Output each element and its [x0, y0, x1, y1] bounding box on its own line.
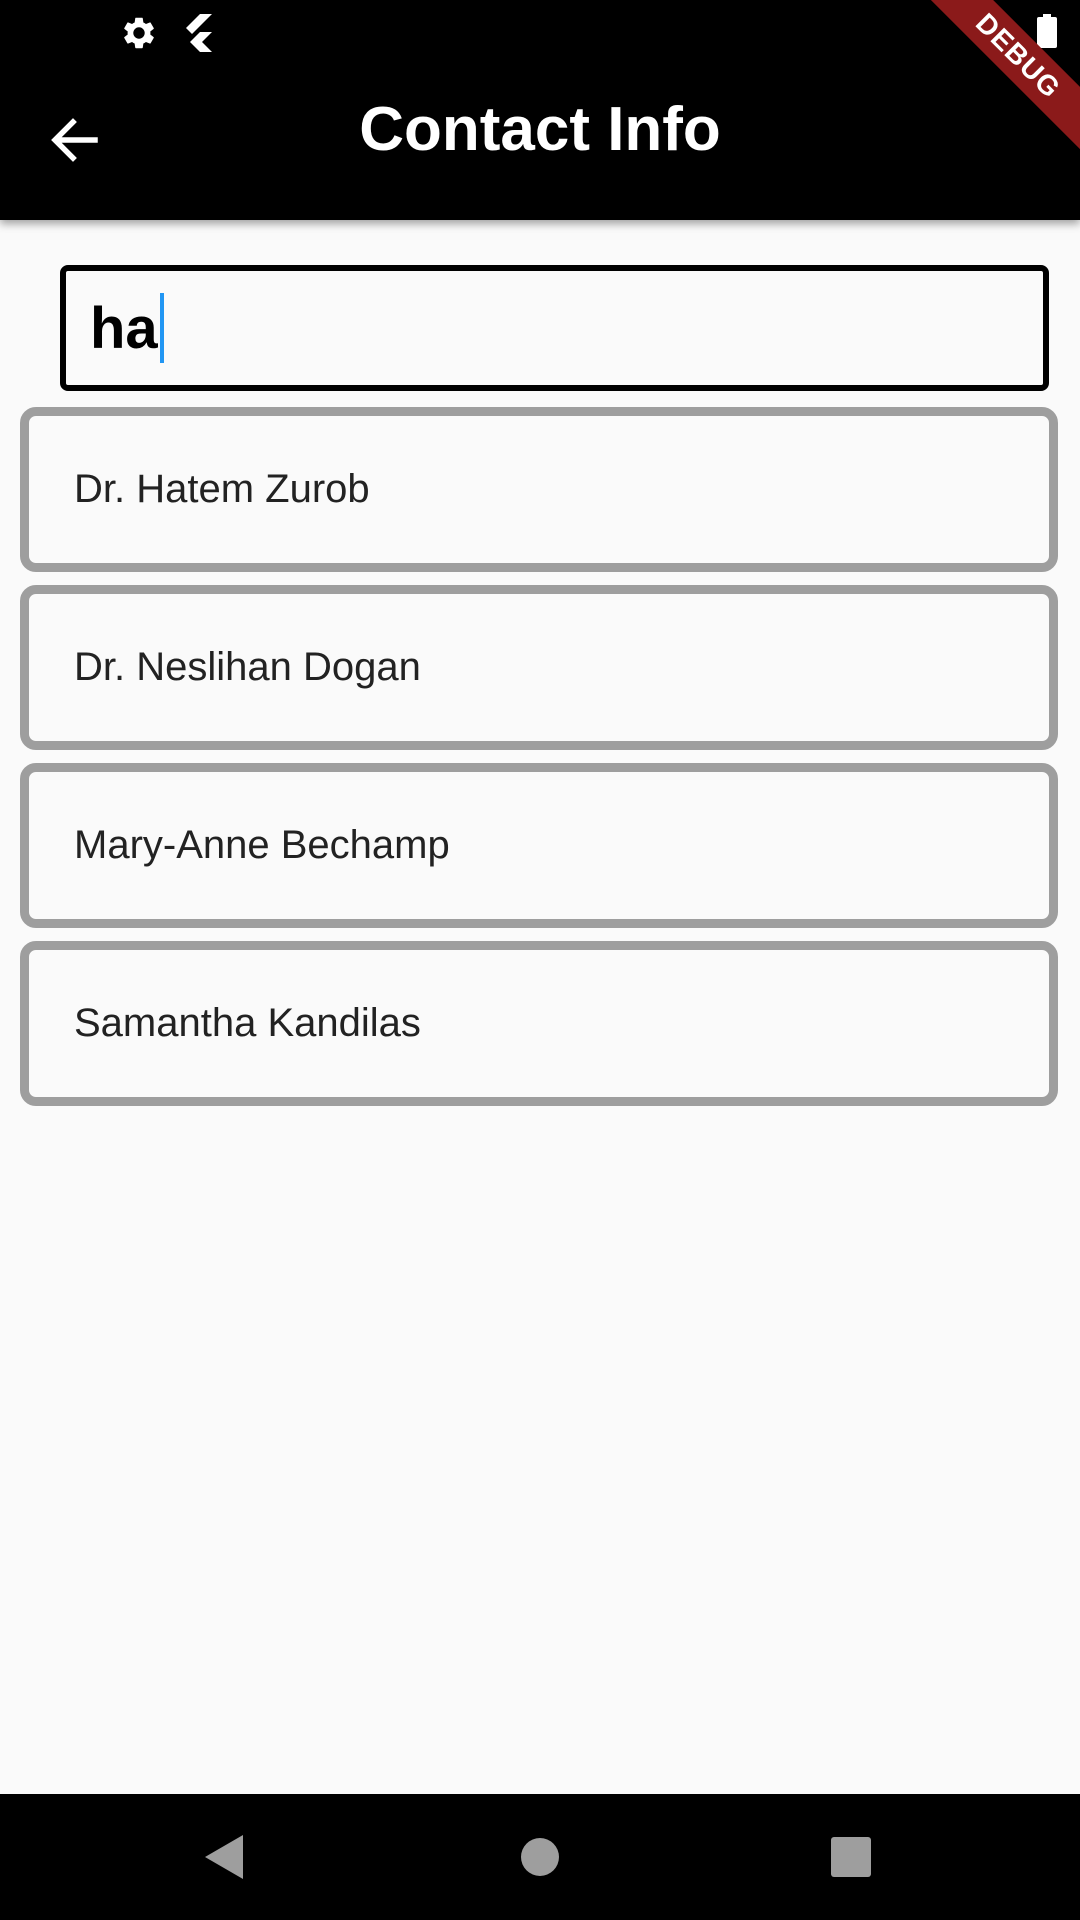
- back-triangle-icon: [203, 1833, 247, 1886]
- text-caret: [159, 293, 164, 363]
- contact-name: Dr. Neslihan Dogan: [74, 645, 421, 689]
- search-input-value: ha: [90, 295, 158, 361]
- page-title: Contact Info: [359, 95, 721, 164]
- debug-banner: DEBUG: [920, 0, 1080, 160]
- contact-name: Samantha Kandilas: [74, 1001, 421, 1045]
- contact-card[interactable]: Mary-Anne Bechamp: [20, 763, 1058, 928]
- nav-back-button[interactable]: [190, 1824, 260, 1894]
- gear-icon: [120, 14, 158, 57]
- home-circle-icon: [519, 1836, 561, 1883]
- contact-list: Dr. Hatem Zurob Dr. Neslihan Dogan Mary-…: [20, 407, 1060, 1119]
- contact-card[interactable]: Samantha Kandilas: [20, 941, 1058, 1106]
- contact-card[interactable]: Dr. Neslihan Dogan: [20, 585, 1058, 750]
- app-bar: Contact Info: [0, 0, 1080, 220]
- nav-recents-button[interactable]: [816, 1824, 886, 1894]
- debug-banner-label: DEBUG: [920, 0, 1080, 157]
- contact-name: Dr. Hatem Zurob: [74, 467, 370, 511]
- flutter-icon: [180, 14, 214, 59]
- screen: Contact Info DEBUG ha Dr. Hatem Zurob Dr…: [0, 0, 1080, 1920]
- nav-home-button[interactable]: [505, 1824, 575, 1894]
- recents-square-icon: [830, 1836, 872, 1883]
- search-input[interactable]: ha: [60, 265, 1049, 391]
- system-nav-bar: [0, 1794, 1080, 1920]
- contact-name: Mary-Anne Bechamp: [74, 823, 450, 867]
- contact-card[interactable]: Dr. Hatem Zurob: [20, 407, 1058, 572]
